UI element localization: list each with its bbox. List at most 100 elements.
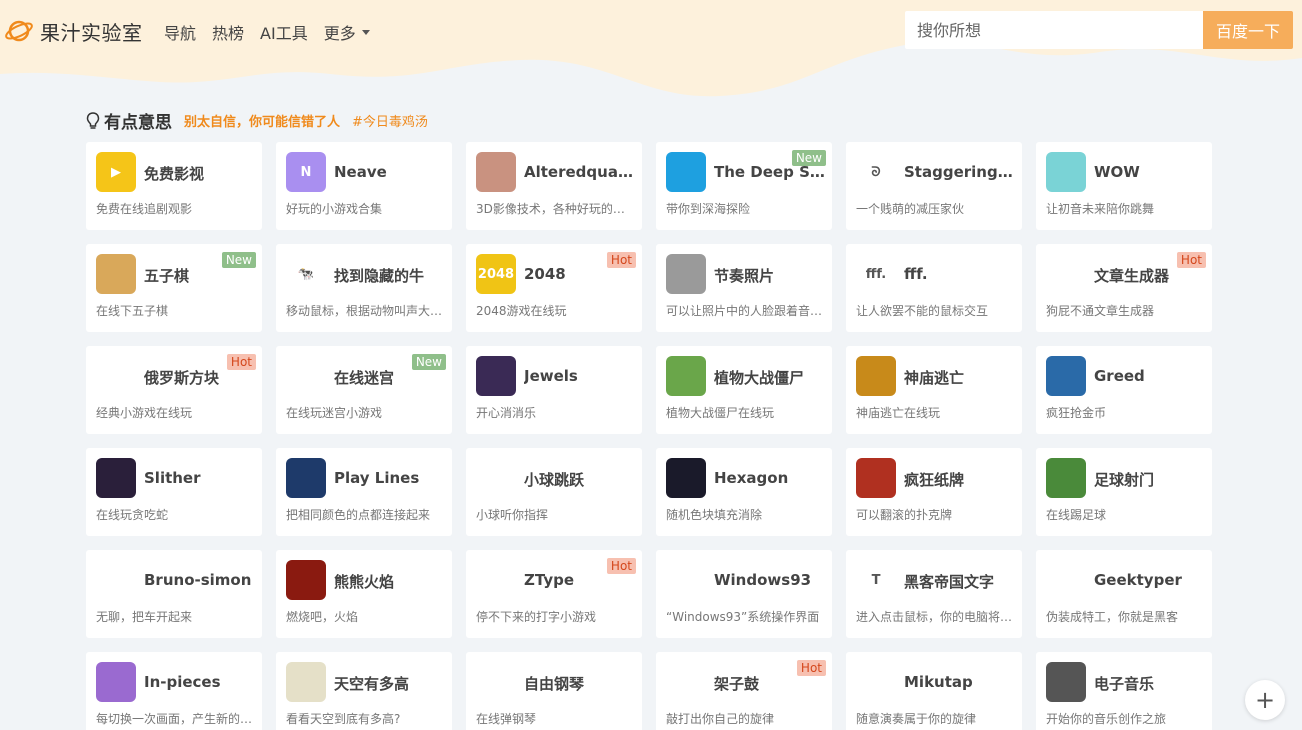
search-button[interactable]: 百度一下 <box>1203 11 1293 49</box>
app-card[interactable]: Bruno-simon 无聊，把车开起来 <box>86 550 262 638</box>
card-title: 文章生成器 <box>1094 267 1170 285</box>
card-description: 把相同颜色的点都连接起来 <box>286 508 431 522</box>
card-description: 开心消消乐 <box>476 406 537 420</box>
icon-glyph: ▶ <box>111 164 121 180</box>
card-title: Greed <box>1094 367 1145 385</box>
card-title: 自由钢琴 <box>524 675 585 693</box>
app-card[interactable]: 神庙逃亡 神庙逃亡在线玩 <box>846 346 1022 434</box>
card-description: 让初音未来陪你跳舞 <box>1046 202 1155 216</box>
search-input[interactable] <box>905 11 1203 49</box>
app-card[interactable]: Slither 在线玩贪吃蛇 <box>86 448 262 536</box>
drum-icon <box>666 662 706 702</box>
main-nav: 导航 热榜 AI工具 更多 <box>164 20 386 44</box>
2048-icon: 2048 <box>476 254 516 294</box>
app-card[interactable]: Mikutap 随意演奏属于你的旋律 <box>846 652 1022 730</box>
card-title: Mikutap <box>904 673 973 691</box>
app-card[interactable]: ᘐ Staggering Beauty 一个贱萌的减压家伙 <box>846 142 1022 230</box>
tetris-icon <box>96 356 136 396</box>
section-tag[interactable]: #今日毒鸡汤 <box>352 111 428 130</box>
app-card[interactable]: 植物大战僵尸 植物大战僵尸在线玩 <box>656 346 832 434</box>
app-card[interactable]: Play Lines 把相同颜色的点都连接起来 <box>276 448 452 536</box>
caret-down-icon <box>361 29 370 35</box>
app-card[interactable]: The Deep Sea 带你到深海探险 New <box>656 142 832 230</box>
app-card[interactable]: ZType 停不下来的打字小游戏 Hot <box>466 550 642 638</box>
app-card[interactable]: 架子鼓 敲打出你自己的旋律 Hot <box>656 652 832 730</box>
card-description: 在线下五子棋 <box>96 304 169 318</box>
planet-icon <box>5 20 33 42</box>
card-description: 带你到深海探险 <box>666 202 751 216</box>
nav-more-label: 更多 <box>323 24 356 43</box>
card-description: 无聊，把车开起来 <box>96 610 193 624</box>
app-card[interactable]: 2048 2048 2048游戏在线玩 Hot <box>466 244 642 332</box>
hot-badge: Hot <box>796 660 826 676</box>
card-description: 可以翻滚的扑克牌 <box>856 508 953 522</box>
site-logo[interactable]: 果汁实验室 <box>4 16 143 46</box>
app-card[interactable]: WOW 让初音未来陪你跳舞 <box>1036 142 1212 230</box>
gomoku-icon <box>96 254 136 294</box>
card-title: 黑客帝国文字 <box>904 573 995 591</box>
add-button[interactable]: + <box>1245 680 1285 720</box>
icon-glyph: 2048 <box>477 266 515 282</box>
face-icon <box>476 152 516 192</box>
geek-keyboard-icon <box>1046 560 1086 600</box>
card-description: 植物大战僵尸在线玩 <box>666 406 775 420</box>
app-card[interactable]: 疯狂纸牌 可以翻滚的扑克牌 <box>846 448 1022 536</box>
app-card[interactable]: ▶ 免费影视 免费在线追剧观影 <box>86 142 262 230</box>
card-title: 节奏照片 <box>714 267 775 285</box>
app-grid: ▶ 免费影视 免费在线追剧观影 N Neave 好玩的小游戏合集 Alteredqualia… <box>86 142 1214 730</box>
greed-icon <box>1046 356 1086 396</box>
wave-icon <box>666 152 706 192</box>
app-card[interactable]: 足球射门 在线踢足球 <box>1036 448 1212 536</box>
app-card[interactable]: In-pieces 每切换一次画面，产生新的动物形象 <box>86 652 262 730</box>
app-card[interactable]: Alteredqualia 3D影像技术，各种好玩的效果 <box>466 142 642 230</box>
card-icon <box>856 458 896 498</box>
card-title: Jewels <box>524 367 578 385</box>
letter-t-icon: T <box>856 560 896 600</box>
top-header: 果汁实验室 导航 热榜 AI工具 更多 百度一下 <box>0 0 1302 62</box>
app-card[interactable]: Geektyper 伪装成特工，你就是黑客 <box>1036 550 1212 638</box>
app-card[interactable]: Jewels 开心消消乐 <box>466 346 642 434</box>
app-card[interactable]: 节奏照片可以让照片中的人脸跟着音乐动起来 <box>656 244 832 332</box>
card-title: 找到隐藏的牛 <box>334 267 425 285</box>
card-title: 俄罗斯方块 <box>144 369 220 387</box>
card-title: WOW <box>1094 163 1140 181</box>
app-card[interactable]: fff. fff. 让人欲罢不能的鼠标交互 <box>846 244 1022 332</box>
card-description: 疯狂抢金币 <box>1046 406 1107 420</box>
app-card[interactable]: T 黑客帝国文字进入点击鼠标，你的电脑将被黑客入侵 <box>846 550 1022 638</box>
card-title: Bruno-simon <box>144 571 252 589</box>
app-card[interactable]: 🐄 找到隐藏的牛移动鼠标，根据动物叫声大小找到牛 <box>276 244 452 332</box>
app-card[interactable]: N Neave 好玩的小游戏合集 <box>276 142 452 230</box>
icon-glyph: 🐄 <box>297 266 315 282</box>
app-card[interactable]: 自由钢琴 在线弹钢琴 <box>466 652 642 730</box>
app-card[interactable]: Hexagon 随机色块填充消除 <box>656 448 832 536</box>
card-description: 敲打出你自己的旋律 <box>666 712 775 726</box>
app-card[interactable]: 天空有多高 看看天空到底有多高? <box>276 652 452 730</box>
nav-item-ai-tools[interactable]: AI工具 <box>260 20 308 44</box>
app-card[interactable]: Greed 疯狂抢金币 <box>1036 346 1212 434</box>
section-header: 有点意思 别太自信，你可能信错了人 #今日毒鸡汤 <box>86 108 428 133</box>
card-description: 燃烧吧，火焰 <box>286 610 359 624</box>
card-title: 小球跳跃 <box>524 471 585 489</box>
nav-item-more[interactable]: 更多 <box>324 20 370 44</box>
app-card[interactable]: 俄罗斯方块 经典小游戏在线玩 Hot <box>86 346 262 434</box>
app-card[interactable]: 五子棋 在线下五子棋 New <box>86 244 262 332</box>
card-description: 在线玩迷宫小游戏 <box>286 406 383 420</box>
app-card[interactable]: 电子音乐 开始你的音乐创作之旅 <box>1036 652 1212 730</box>
nav-item-navigation[interactable]: 导航 <box>164 20 196 44</box>
card-description: 让人欲罢不能的鼠标交互 <box>856 304 989 318</box>
card-description: 免费在线追剧观影 <box>96 202 193 216</box>
app-card[interactable]: Windows93 “Windows93”系统操作界面 <box>656 550 832 638</box>
hot-badge: Hot <box>606 558 636 574</box>
section-subtitle[interactable]: 别太自信，你可能信错了人 <box>184 111 340 130</box>
app-card[interactable]: 文章生成器 狗屁不通文章生成器 Hot <box>1036 244 1212 332</box>
card-description: 在线踢足球 <box>1046 508 1107 522</box>
app-card[interactable]: 在线迷宫 在线玩迷宫小游戏 New <box>276 346 452 434</box>
butterfly-icon <box>96 662 136 702</box>
card-title: Slither <box>144 469 201 487</box>
app-card[interactable]: 熊熊火焰燃烧吧，火焰 <box>276 550 452 638</box>
nav-item-hot-list[interactable]: 热榜 <box>212 20 244 44</box>
card-description: 神庙逃亡在线玩 <box>856 406 941 420</box>
ball-icon <box>476 458 516 498</box>
app-card[interactable]: 小球跳跃 小球听你指挥 <box>466 448 642 536</box>
card-title: 熊熊火焰 <box>334 573 395 591</box>
